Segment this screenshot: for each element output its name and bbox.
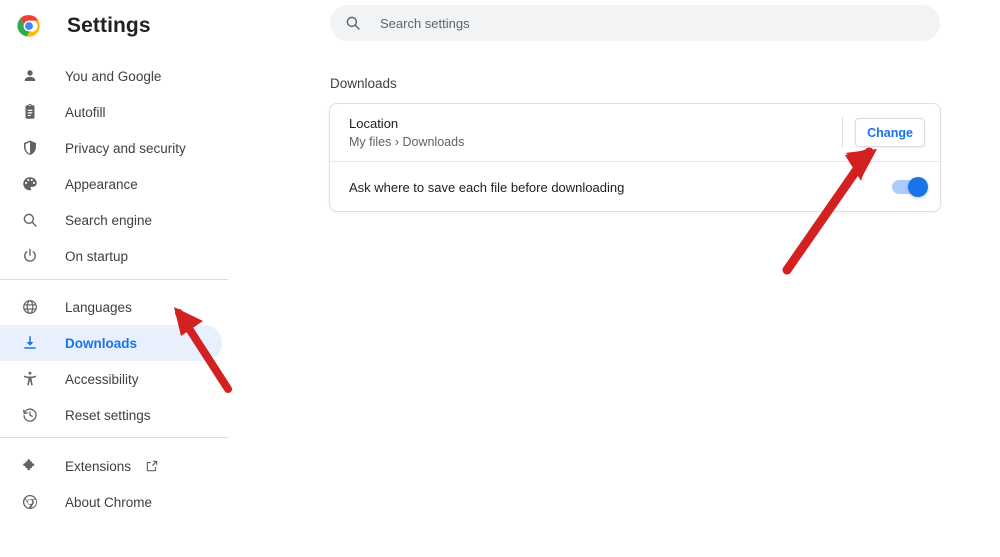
history-icon: [20, 405, 40, 425]
section-heading: Downloads: [330, 76, 397, 91]
sidebar-group-footer: Extensions About Chrome: [0, 448, 250, 520]
shield-icon: [20, 138, 40, 158]
sidebar-item-accessibility[interactable]: Accessibility: [0, 361, 222, 397]
sidebar-item-you-and-google[interactable]: You and Google: [0, 58, 222, 94]
sidebar-item-label: Accessibility: [65, 371, 139, 387]
clipboard-icon: [20, 102, 40, 122]
ask-where-to-save-label: Ask where to save each file before downl…: [349, 179, 625, 195]
location-value: My files › Downloads: [349, 134, 465, 149]
sidebar-item-label: Reset settings: [65, 407, 151, 423]
main-content: Downloads Location My files › Downloads …: [250, 0, 1000, 557]
sidebar-item-label: You and Google: [65, 68, 162, 84]
sidebar-item-about-chrome[interactable]: About Chrome: [0, 484, 222, 520]
person-icon: [20, 66, 40, 86]
puzzle-icon: [20, 456, 40, 476]
sidebar-item-appearance[interactable]: Appearance: [0, 166, 222, 202]
vertical-separator: [842, 117, 843, 148]
sidebar-divider: [0, 437, 228, 438]
accessibility-icon: [20, 369, 40, 389]
sidebar-item-privacy-and-security[interactable]: Privacy and security: [0, 130, 222, 166]
sidebar-item-label: Autofill: [65, 104, 106, 120]
page-title: Settings: [67, 14, 151, 37]
globe-icon: [20, 297, 40, 317]
change-button[interactable]: Change: [855, 118, 925, 147]
sidebar-item-downloads[interactable]: Downloads: [0, 325, 222, 361]
sidebar-item-extensions[interactable]: Extensions: [0, 448, 222, 484]
download-icon: [20, 333, 40, 353]
ask-where-to-save-row: Ask where to save each file before downl…: [330, 161, 940, 211]
sidebar-item-reset-settings[interactable]: Reset settings: [0, 397, 222, 433]
chrome-logo-icon: [16, 13, 42, 39]
sidebar-item-label: Privacy and security: [65, 140, 186, 156]
brand-header: Settings: [0, 0, 151, 52]
sidebar-item-languages[interactable]: Languages: [0, 289, 222, 325]
sidebar-item-label: Downloads: [65, 335, 138, 351]
sidebar-divider: [0, 279, 228, 280]
search-icon: [20, 210, 40, 230]
search-input[interactable]: [380, 15, 900, 31]
sidebar-item-label: Search engine: [65, 212, 153, 228]
sidebar-item-label: On startup: [65, 248, 129, 264]
power-icon: [20, 246, 40, 266]
sidebar-item-on-startup[interactable]: On startup: [0, 238, 222, 274]
palette-icon: [20, 174, 40, 194]
sidebar-item-label: Languages: [65, 299, 132, 315]
open-in-new-icon[interactable]: [145, 459, 159, 473]
toggle-knob: [908, 177, 928, 197]
sidebar-group-primary: You and Google Autofill Privacy and secu…: [0, 58, 250, 274]
search-bar[interactable]: [330, 5, 940, 41]
chrome-outline-icon: [20, 492, 40, 512]
location-row: Location My files › Downloads Change: [330, 104, 940, 161]
downloads-settings-card: Location My files › Downloads Change Ask…: [329, 103, 941, 212]
settings-page: Settings You and Google Autofill Privacy…: [0, 0, 1000, 557]
sidebar-item-label: Extensions: [65, 458, 132, 474]
sidebar-item-autofill[interactable]: Autofill: [0, 94, 222, 130]
sidebar-group-advanced: Languages Downloads Accessibility Reset …: [0, 289, 250, 433]
ask-where-to-save-toggle[interactable]: [892, 177, 928, 197]
location-text-block: Location My files › Downloads: [349, 114, 464, 152]
sidebar-item-search-engine[interactable]: Search engine: [0, 202, 222, 238]
sidebar-item-label: About Chrome: [65, 494, 153, 510]
sidebar-item-label: Appearance: [65, 176, 138, 192]
search-icon: [344, 14, 362, 32]
sidebar: Settings You and Google Autofill Privacy…: [0, 0, 250, 557]
location-label: Location: [349, 115, 399, 131]
